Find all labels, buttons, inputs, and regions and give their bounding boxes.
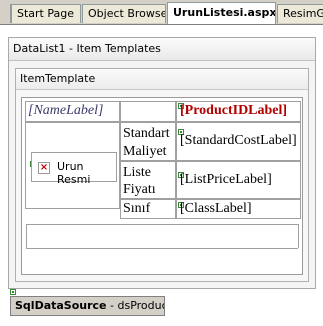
datasource-type: SqlDataSource <box>15 299 107 312</box>
separator-edge <box>298 224 299 248</box>
datasource-glyph-icon <box>10 289 16 295</box>
caption-cell-class: Sınıf <box>120 199 176 219</box>
standard-cost-caption: Standart Maliyet <box>123 126 170 159</box>
broken-image-icon: × <box>38 162 50 174</box>
template-table[interactable]: [NameLabel] [ProductIDLabel] × Urun Resm… <box>21 97 303 275</box>
value-cell-class[interactable]: [ClassLabel] <box>176 199 301 219</box>
item-template-panel: ItemTemplate [NameLabel] [ProductIDLabel… <box>15 68 309 282</box>
tab-start-page[interactable]: Start Page <box>11 4 81 23</box>
standard-cost-label: [StandardCostLabel] <box>180 133 297 148</box>
productid-cell[interactable]: [ProductIDLabel] <box>176 101 301 122</box>
design-surface: DataList1 - Item Templates ItemTemplate … <box>0 25 323 326</box>
class-label: [ClassLabel] <box>180 201 252 216</box>
value-cell-standard-cost[interactable]: [StandardCostLabel] <box>176 122 301 161</box>
datalist-header: DataList1 - Item Templates <box>9 38 315 61</box>
sqldatasource-control[interactable]: SqlDataSource - dsProducts <box>10 296 165 316</box>
tab-urunlistesi-aspx[interactable]: UrunListesi.aspx <box>167 2 276 24</box>
list-price-caption: Liste Fiyatı <box>123 165 156 197</box>
name-cell[interactable]: [NameLabel] <box>25 101 120 122</box>
item-template-header: ItemTemplate <box>16 69 308 90</box>
separator-line <box>26 224 298 225</box>
class-caption: Sınıf <box>123 201 151 216</box>
image-alt-text: Urun Resmi <box>57 160 91 186</box>
datalist-control[interactable]: DataList1 - Item Templates ItemTemplate … <box>8 37 316 289</box>
image-cell[interactable]: × Urun Resmi <box>25 122 120 209</box>
document-tabs: Start Page Object Browser UrunListesi.as… <box>0 0 323 25</box>
productid-label: [ProductIDLabel] <box>180 103 288 118</box>
caption-cell-standard-cost: Standart Maliyet <box>120 122 176 161</box>
separator-line <box>26 248 298 249</box>
list-price-label: [ListPriceLabel] <box>180 172 272 187</box>
product-image[interactable]: × Urun Resmi <box>31 152 117 186</box>
name-label: [NameLabel] <box>28 103 104 118</box>
tab-strip-edge <box>0 4 11 23</box>
value-cell-list-price[interactable]: [ListPriceLabel] <box>176 161 301 199</box>
tab-resimgo[interactable]: ResimGo <box>277 4 323 23</box>
separator-edge <box>26 224 27 248</box>
tab-object-browser[interactable]: Object Browser <box>82 4 166 23</box>
caption-cell-list-price: Liste Fiyatı <box>120 161 176 199</box>
datasource-name: dsProducts <box>117 299 165 312</box>
empty-cell[interactable] <box>120 101 176 122</box>
